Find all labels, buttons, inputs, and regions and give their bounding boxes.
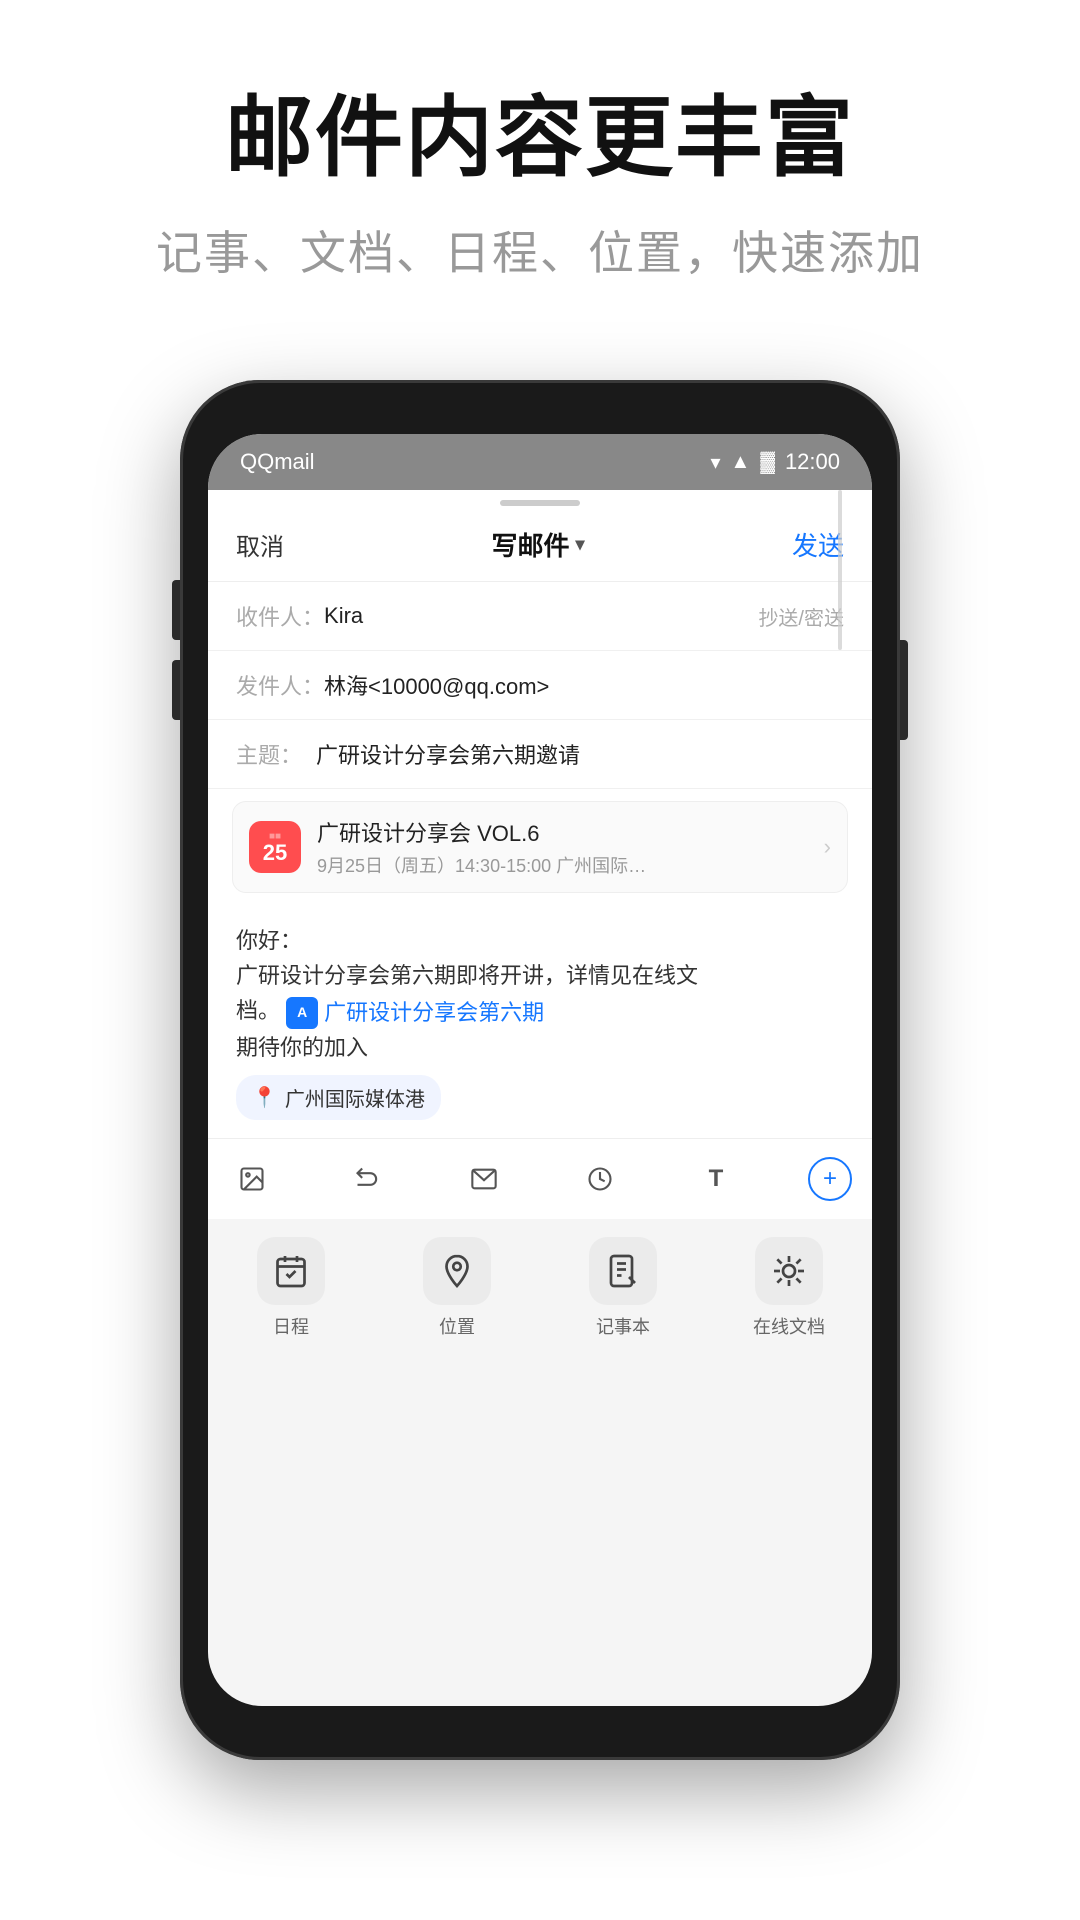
text-toolbar-icon[interactable]: T	[692, 1155, 740, 1203]
subject-value[interactable]: 广研设计分享会第六期邀请	[316, 738, 844, 770]
doc-icon: A	[286, 997, 318, 1029]
app-name-label: QQmail	[240, 449, 315, 475]
calendar-action-label: 日程	[273, 1313, 309, 1339]
location-action-icon	[423, 1237, 491, 1305]
event-title: 广研设计分享会 VOL.6	[317, 816, 824, 848]
calendar-action[interactable]: 日程	[208, 1237, 374, 1339]
doc-inline-ref: A 广研设计分享会第六期	[286, 995, 544, 1030]
compose-toolbar: T +	[208, 1138, 872, 1219]
status-time: 12:00	[785, 449, 840, 475]
body-line1: 广研设计分享会第六期即将开讲，详情见在线文	[236, 958, 844, 993]
phone-shell: QQmail ▾ ▲ ▓ 12:00 取消 写邮件	[180, 380, 900, 1760]
compose-nav: 取消 写邮件 ▾ 发送	[208, 506, 872, 582]
cancel-button[interactable]: 取消	[236, 527, 284, 562]
signal-icon: ▲	[731, 451, 751, 474]
clock-toolbar-icon[interactable]	[576, 1155, 624, 1203]
cc-label[interactable]: 抄送/密送	[758, 602, 844, 631]
from-field-row: 发件人： 林海<10000@qq.com>	[208, 651, 872, 720]
image-toolbar-icon[interactable]	[228, 1155, 276, 1203]
location-chip[interactable]: 📍 广州国际媒体港	[236, 1075, 441, 1120]
event-detail: 9月25日（周五）14:30-15:00 广州国际…	[317, 852, 824, 878]
location-text: 广州国际媒体港	[285, 1083, 425, 1112]
calendar-icon: ■■ 25	[249, 821, 301, 873]
drag-bar	[500, 500, 580, 506]
scroll-indicator	[838, 490, 842, 650]
notes-action-icon	[589, 1237, 657, 1305]
online-doc-action-label: 在线文档	[753, 1313, 825, 1339]
phone-screen: QQmail ▾ ▲ ▓ 12:00 取消 写邮件	[208, 434, 872, 1706]
email-body[interactable]: 你好： 广研设计分享会第六期即将开讲，详情见在线文 档。 A 广研设计分享会第六…	[208, 905, 872, 1138]
status-bar: QQmail ▾ ▲ ▓ 12:00	[208, 434, 872, 490]
online-doc-action-icon	[755, 1237, 823, 1305]
to-label: 收件人：	[236, 600, 324, 632]
title-dropdown-arrow-icon[interactable]: ▾	[575, 534, 584, 555]
notes-action[interactable]: 记事本	[540, 1237, 706, 1339]
doc-link[interactable]: 广研设计分享会第六期	[324, 995, 544, 1030]
notes-action-label: 记事本	[596, 1313, 650, 1339]
calendar-action-icon	[257, 1237, 325, 1305]
subject-label: 主题：	[236, 738, 316, 770]
location-action[interactable]: 位置	[374, 1237, 540, 1339]
from-value[interactable]: 林海<10000@qq.com>	[324, 669, 844, 701]
undo-toolbar-icon[interactable]	[344, 1155, 392, 1203]
send-button[interactable]: 发送	[792, 526, 844, 563]
compose-title: 写邮件 ▾	[491, 526, 584, 563]
location-pin-icon: 📍	[252, 1085, 277, 1110]
page-subtitle: 记事、文档、日程、位置，快速添加	[0, 217, 1080, 283]
event-arrow-icon: ›	[824, 834, 831, 860]
status-right: ▾ ▲ ▓ 12:00	[711, 449, 841, 475]
page-header: 邮件内容更丰富 记事、文档、日程、位置，快速添加	[0, 0, 1080, 323]
location-action-label: 位置	[439, 1313, 475, 1339]
add-toolbar-button[interactable]: +	[808, 1157, 852, 1201]
phone-mockup: QQmail ▾ ▲ ▓ 12:00 取消 写邮件	[180, 380, 900, 1760]
online-doc-action[interactable]: 在线文档	[706, 1237, 872, 1339]
bottom-action-bar: 日程 位置	[208, 1219, 872, 1353]
drag-handle-area	[208, 490, 872, 506]
body-line2: 档。 A 广研设计分享会第六期	[236, 993, 844, 1030]
to-field-row: 收件人： Kira 抄送/密送	[208, 582, 872, 651]
from-label: 发件人：	[236, 669, 324, 701]
email-toolbar-icon[interactable]	[460, 1155, 508, 1203]
power-button	[900, 640, 908, 740]
page-title: 邮件内容更丰富	[0, 90, 1080, 187]
to-value[interactable]: Kira	[324, 603, 758, 629]
volume-down-button	[172, 660, 180, 720]
body-line3: 期待你的加入	[236, 1030, 844, 1065]
subject-field-row: 主题： 广研设计分享会第六期邀请	[208, 720, 872, 789]
volume-up-button	[172, 580, 180, 640]
email-compose: 取消 写邮件 ▾ 发送 收件人： Kira 抄送/密送 发件人： 林海<10	[208, 506, 872, 1353]
event-info: 广研设计分享会 VOL.6 9月25日（周五）14:30-15:00 广州国际…	[317, 816, 824, 878]
wifi-icon: ▾	[711, 450, 721, 475]
battery-icon: ▓	[760, 451, 775, 474]
body-greeting: 你好：	[236, 923, 844, 958]
event-card[interactable]: ■■ 25 广研设计分享会 VOL.6 9月25日（周五）14:30-15:00…	[232, 801, 848, 893]
